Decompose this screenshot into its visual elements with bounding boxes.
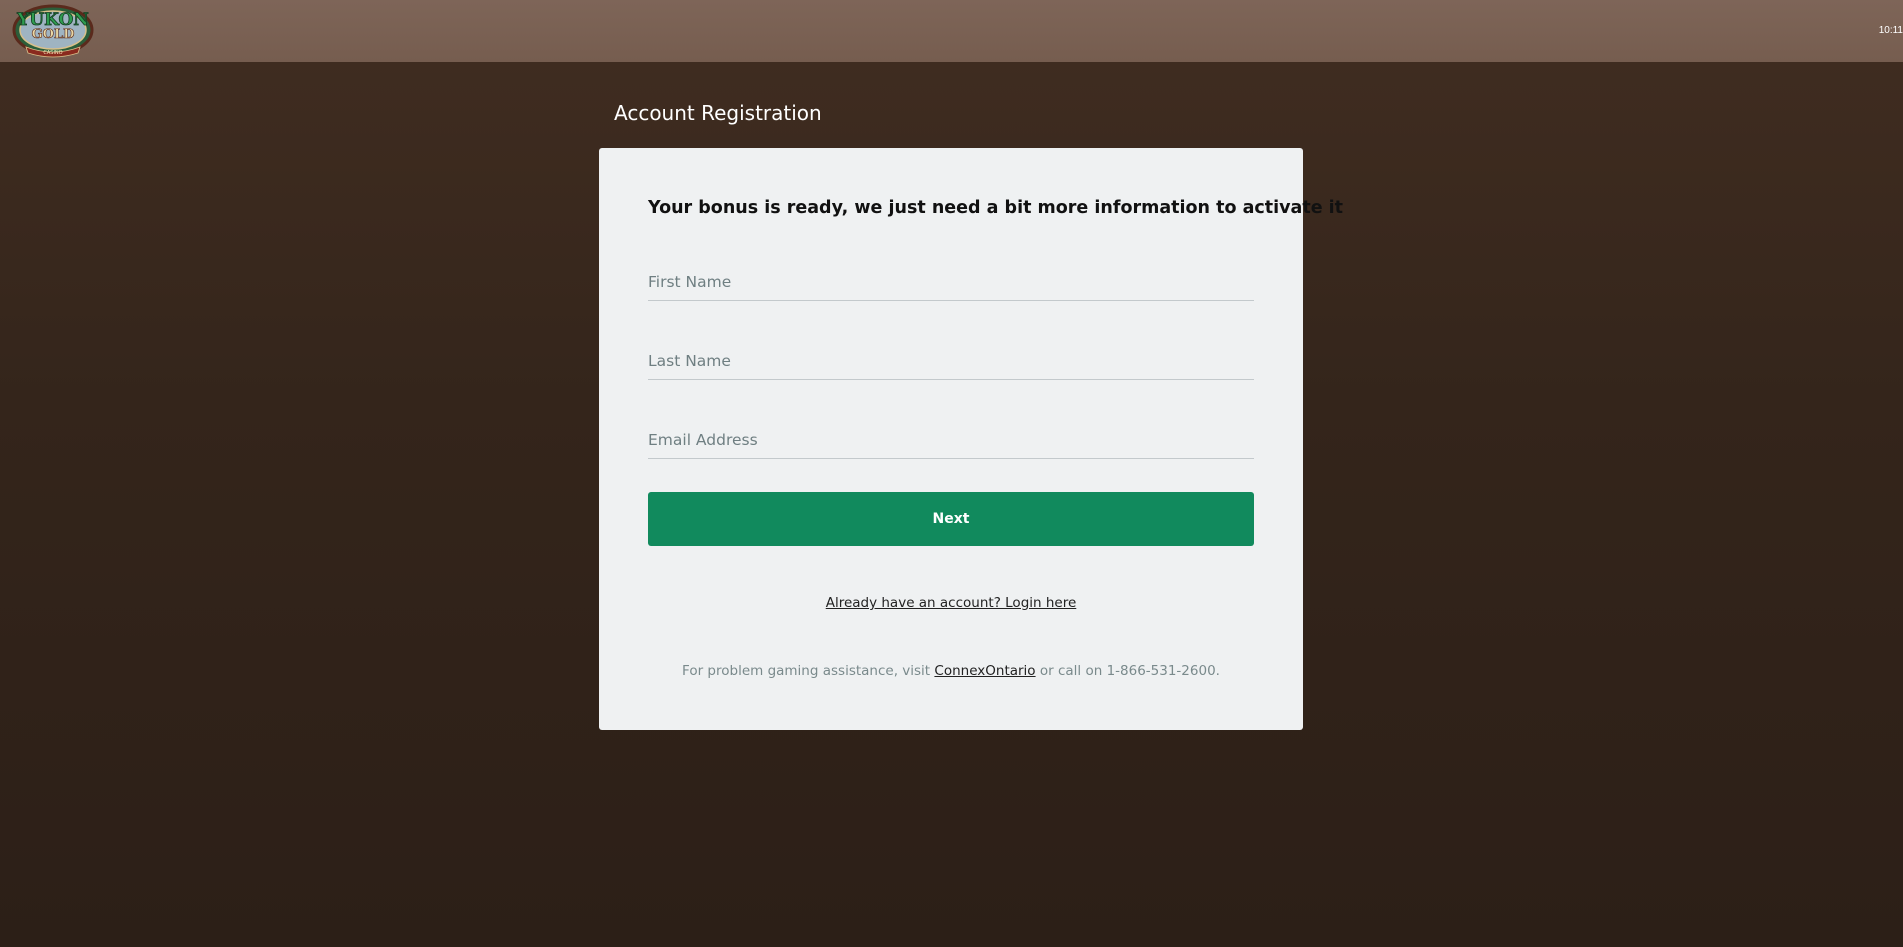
last-name-input[interactable] — [648, 343, 1254, 380]
page-title: Account Registration — [614, 101, 822, 125]
registration-card: Your bonus is ready, we just need a bit … — [599, 148, 1344, 730]
problem-gaming-note: For problem gaming assistance, visit Con… — [599, 663, 1303, 679]
clock-text: 10:11 — [1878, 25, 1903, 36]
footer-prefix: For problem gaming assistance, visit — [682, 663, 935, 679]
bonus-heading: Your bonus is ready, we just need a bit … — [648, 198, 1344, 218]
next-button[interactable]: Next — [648, 492, 1254, 546]
email-input[interactable] — [648, 422, 1254, 459]
top-header: YUKON GOLD CASINO 10:11 — [0, 0, 1903, 62]
logo-line-casino: CASINO — [43, 50, 62, 56]
login-link-container: Already have an account? Login here — [599, 595, 1303, 611]
yukon-gold-casino-logo[interactable]: YUKON GOLD CASINO — [12, 3, 94, 59]
first-name-input[interactable] — [648, 264, 1254, 301]
connex-ontario-link[interactable]: ConnexOntario — [934, 663, 1035, 679]
logo-line-gold: GOLD — [32, 27, 75, 42]
footer-suffix: or call on 1-866-531-2600. — [1035, 663, 1220, 679]
login-link[interactable]: Already have an account? Login here — [826, 595, 1077, 611]
